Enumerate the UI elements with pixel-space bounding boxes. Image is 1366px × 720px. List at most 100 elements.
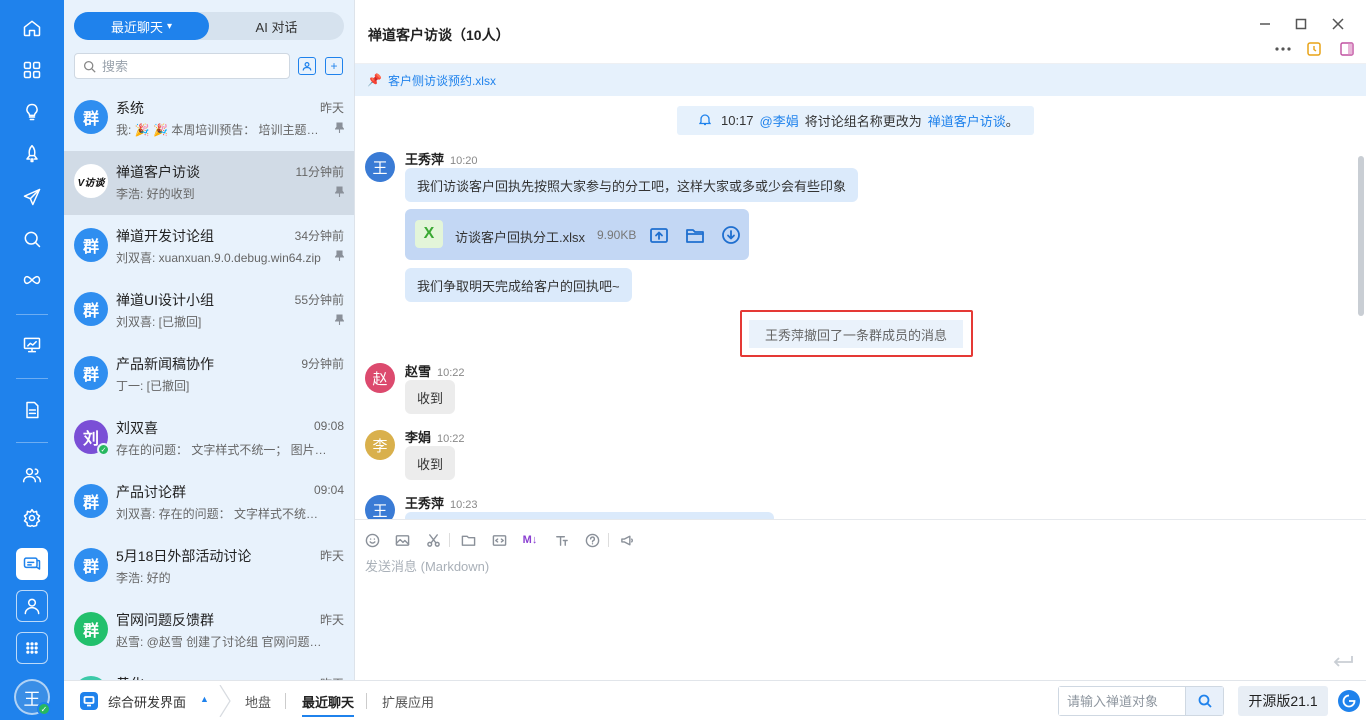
app-switch-icon[interactable] (80, 692, 98, 710)
avatar[interactable]: 赵 (365, 363, 395, 393)
object-search (1058, 686, 1224, 716)
avatar[interactable]: 王 (365, 495, 395, 519)
conversation-item[interactable]: 群 系统 昨天我: 🎉 🎉 本周培训预告： 培训主题： 禅道... (64, 87, 354, 151)
add-chat-icon[interactable]: + (325, 57, 343, 75)
sender-name[interactable]: 赵雪 10:22 (405, 361, 465, 380)
notice-target[interactable]: 禅道客户访谈 (928, 111, 1006, 130)
current-user-avatar[interactable]: 王 ✓ (14, 679, 51, 716)
paper-plane-icon[interactable] (17, 182, 47, 212)
conversation-item[interactable]: 群 产品新闻稿协作 9分钟前 丁一: [已撤回] (64, 343, 354, 407)
send-icon[interactable] (1332, 654, 1354, 670)
megaphone-icon[interactable] (619, 532, 635, 548)
download-icon[interactable] (720, 224, 742, 246)
tab-recent-chats[interactable]: 最近聊天 ▾ (74, 12, 209, 40)
conversation-item[interactable]: V访谈 禅道客户访谈 11分钟前 李浩: 好的收到 (64, 151, 354, 215)
conversation-name: 系统 (116, 100, 144, 116)
notice-action: 将讨论组名称更改为 (804, 114, 922, 129)
notice-actor[interactable]: @李娟 (760, 111, 799, 130)
sender-label: 李娟 (405, 430, 432, 445)
settings-icon[interactable] (17, 503, 47, 533)
team-icon[interactable] (17, 460, 47, 490)
lightbulb-icon[interactable] (17, 97, 47, 127)
rocket-icon[interactable] (17, 139, 47, 169)
conversation-item[interactable]: 群黄化昨天 (64, 663, 354, 680)
open-folder-icon[interactable] (684, 224, 706, 246)
home-icon[interactable] (17, 13, 47, 43)
sender-label: 赵雪 (405, 364, 432, 379)
avatar: 群 (74, 356, 108, 390)
sender-name[interactable]: 李娟 10:22 (405, 427, 465, 446)
conversation-item[interactable]: 群 产品讨论群 09:04 刘双喜: 存在的问题： 文字样式不统一； 图片大小不统一 (64, 471, 354, 535)
infinity-icon[interactable] (17, 265, 47, 295)
conversation-item[interactable]: 群 禅道UI设计小组 55分钟前 刘双喜: [已撤回] (64, 279, 354, 343)
conversation-time: 11分钟前 (295, 165, 344, 179)
image-icon[interactable] (394, 532, 410, 548)
tab-extensions[interactable]: 扩展应用 (382, 692, 434, 711)
message-scrollbar[interactable] (1358, 156, 1364, 316)
pinned-file-link[interactable]: 客户侧访谈预约.xlsx (388, 72, 496, 89)
conversation-item[interactable]: 群 官网问题反馈群 昨天 赵雪: @赵雪 创建了讨论组 官网问题反馈群 (64, 599, 354, 663)
notice-time: 10:17 (721, 113, 754, 128)
tab-label: AI 对话 (255, 19, 298, 35)
emoji-icon[interactable] (364, 532, 380, 548)
sender-name[interactable]: 王秀萍 10:23 (405, 493, 478, 512)
conversation-item[interactable]: 刘✓ 刘双喜 09:08 存在的问题： 文字样式不统一； 图片大小不统一 (64, 407, 354, 471)
forward-file-icon[interactable] (648, 224, 670, 246)
maximize-icon[interactable] (1291, 14, 1311, 34)
object-search-input[interactable] (1059, 687, 1185, 715)
message-bubble[interactable]: 我们争取明天完成给客户的回执吧~ (405, 268, 632, 302)
avatar: 群 (74, 548, 108, 582)
conversation-item[interactable]: 群 禅道开发讨论组 34分钟前 刘双喜: xuanxuan.9.0.debug.win… (64, 215, 354, 279)
user-icon[interactable] (16, 590, 48, 622)
conversation-item[interactable]: 群 5月18日外部活动讨论 昨天 李浩: 好的 (64, 535, 354, 599)
pinned-bar[interactable]: 📌 客户侧访谈预约.xlsx (355, 64, 1366, 96)
system-notice: 10:17 @李娟 将讨论组名称更改为 禅道客户访谈 。 (677, 106, 1034, 135)
rail-divider (16, 378, 48, 379)
version-badge[interactable]: 开源版21.1 (1238, 686, 1328, 716)
file-message[interactable]: X 访谈客户回执分工.xlsx 9.90KB (405, 209, 749, 260)
bottom-bar: 综合研发界面 ▲ 地盘 最近聊天 扩展应用 开源版21.1 (64, 680, 1366, 720)
tab-divider (366, 693, 367, 709)
more-dots-icon[interactable] (16, 632, 48, 664)
search-input[interactable] (102, 58, 272, 74)
online-check-icon: ✓ (97, 443, 110, 456)
message-bubble[interactable]: 收到 (405, 380, 456, 414)
tab-recent-chat[interactable]: 最近聊天 (302, 692, 355, 717)
conversation-time: 34分钟前 (294, 229, 344, 243)
document-icon[interactable] (17, 395, 47, 425)
file-name: 访谈客户回执分工.xlsx (455, 230, 586, 245)
minimize-icon[interactable] (1255, 14, 1275, 34)
markdown-icon[interactable]: M↓ (522, 532, 538, 548)
sender-name[interactable]: 王秀萍 10:20 (405, 149, 478, 168)
code-icon[interactable] (491, 532, 507, 548)
conversation-preview: 丁一: [已撤回] (116, 379, 190, 393)
avatar[interactable]: 王 (365, 152, 395, 182)
reminder-icon[interactable] (1305, 40, 1323, 58)
chat-icon[interactable] (16, 548, 48, 580)
tab-dashboard[interactable]: 地盘 (245, 692, 271, 711)
folder-icon[interactable] (460, 532, 476, 548)
pin-icon (334, 250, 345, 264)
apps-grid-icon[interactable] (17, 55, 47, 85)
sidebar-panel-icon[interactable] (1338, 40, 1356, 58)
message-bubble[interactable]: 收到 (405, 446, 456, 480)
close-icon[interactable] (1328, 14, 1348, 34)
help-icon[interactable] (584, 532, 600, 548)
search-zoom-icon[interactable] (17, 224, 47, 254)
message-bubble[interactable]: 我们访谈客户回执先按照大家参与的分工吧，这样大家或多或少会有些印象 (405, 168, 859, 202)
search-button[interactable] (1185, 687, 1223, 715)
left-rail: 王 ✓ (0, 0, 64, 720)
more-options-icon[interactable] (1274, 40, 1292, 58)
caret-up-icon[interactable]: ▲ (200, 694, 209, 704)
zentao-logo-icon[interactable] (1338, 690, 1360, 712)
message-bubble[interactable] (405, 512, 774, 519)
message-input[interactable] (365, 556, 1345, 656)
tab-ai-chat[interactable]: AI 对话 (209, 12, 344, 40)
screenshot-scissors-icon[interactable] (425, 532, 441, 548)
conversation-name: 官网问题反馈群 (116, 612, 214, 628)
contacts-icon[interactable] (298, 57, 316, 75)
presentation-icon[interactable] (17, 330, 47, 360)
app-label[interactable]: 综合研发界面 (108, 692, 186, 711)
avatar[interactable]: 李 (365, 430, 395, 460)
text-format-icon[interactable] (553, 532, 569, 548)
